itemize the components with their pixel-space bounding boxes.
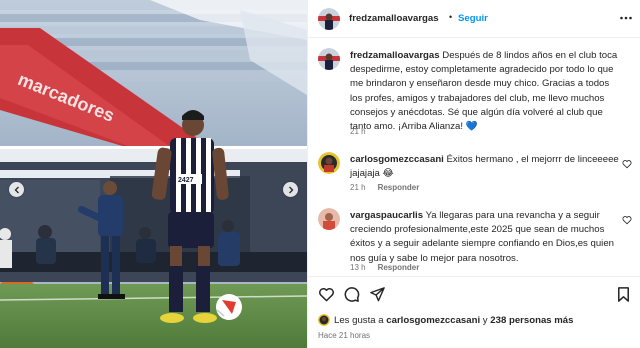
comment-username[interactable]: carlosgomezccasani [350, 154, 444, 165]
next-photo-button[interactable] [283, 182, 298, 197]
send-icon[interactable] [369, 286, 386, 303]
action-bar: Les gusta a carlosgomezccasani y 238 per… [308, 276, 640, 348]
likes-middle: y [480, 314, 491, 326]
heart-icon[interactable] [622, 159, 632, 169]
avatar[interactable] [318, 48, 340, 70]
more-horizontal-icon[interactable] [619, 11, 633, 25]
comment-text-block: vargaspaucarlis Ya llegaras para una rev… [350, 209, 620, 266]
bookmark-icon[interactable] [615, 286, 632, 303]
likes-summary: Les gusta a carlosgomezccasani y 238 per… [318, 314, 573, 326]
post-side-panel: fredzamalloavargas • Seguir fredzamalloa [307, 0, 640, 348]
comment-meta: 13 h Responder [350, 263, 419, 272]
shirt-sponsor-text: 2427 [178, 177, 194, 184]
post-timestamp[interactable]: Hace 21 horas [318, 331, 370, 340]
previous-photo-button[interactable] [9, 182, 24, 197]
header-username[interactable]: fredzamalloavargas [349, 13, 439, 24]
post-header: fredzamalloavargas • Seguir [308, 0, 640, 38]
chevron-left-icon [14, 186, 19, 193]
comment-text-block: carlosgomezccasani Éxitos hermano , el m… [350, 153, 620, 181]
caption-text: Después de 8 lindos años en el club toca… [350, 50, 618, 133]
post-photo[interactable]: marcadores 2427 [0, 0, 307, 348]
likes-user-link[interactable]: carlosgomezccasani [386, 315, 480, 326]
comment-meta: 21 h Responder [350, 183, 419, 192]
reply-button[interactable]: Responder [378, 263, 420, 272]
avatar[interactable] [318, 314, 330, 326]
likes-prefix: Les gusta a [334, 314, 387, 326]
caption-text-block: fredzamalloavargas Después de 8 lindos a… [350, 49, 620, 134]
stadium-scene: marcadores 2427 [0, 0, 307, 348]
chevron-right-icon [288, 186, 293, 193]
avatar[interactable] [318, 208, 340, 230]
avatar[interactable] [318, 152, 340, 174]
reply-button[interactable]: Responder [378, 183, 420, 192]
heart-icon[interactable] [318, 286, 335, 303]
heart-icon[interactable] [622, 215, 632, 225]
likes-count-link[interactable]: 238 personas más [490, 315, 573, 326]
comment-icon[interactable] [343, 286, 360, 303]
comment-time[interactable]: 13 h [350, 263, 366, 272]
avatar[interactable] [318, 8, 340, 30]
comment-username[interactable]: vargaspaucarlis [350, 210, 423, 221]
follow-button[interactable]: Seguir [458, 13, 488, 24]
caption-time[interactable]: 21 h [350, 127, 366, 136]
caption-meta: 21 h [350, 127, 366, 136]
comment-time[interactable]: 21 h [350, 183, 366, 192]
caption-username[interactable]: fredzamalloavargas [350, 50, 440, 61]
header-separator: • [449, 12, 453, 22]
